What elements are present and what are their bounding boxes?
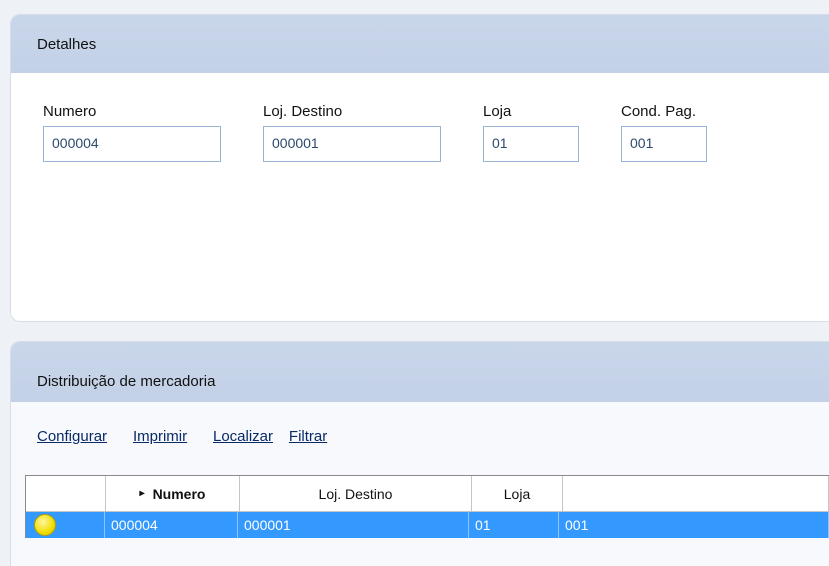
filtrar-link[interactable]: Filtrar: [289, 428, 327, 445]
imprimir-link[interactable]: Imprimir: [133, 428, 187, 445]
details-panel-header: Detalhes: [11, 15, 829, 73]
row-cond-pag-cell: 001: [559, 512, 829, 538]
row-loja-cell: 01: [469, 512, 559, 538]
numero-label: Numero: [43, 103, 97, 120]
details-panel: Detalhes Numero 000004 Loj. Destino 0000…: [10, 14, 829, 322]
loja-label: Loja: [483, 103, 512, 120]
column-header-status[interactable]: [26, 476, 106, 511]
numero-field: Numero 000004: [43, 103, 221, 162]
numero-input[interactable]: 000004: [43, 126, 221, 162]
column-header-numero[interactable]: ▸ Numero: [106, 476, 240, 511]
localizar-link[interactable]: Localizar: [213, 428, 273, 445]
row-status-cell: [26, 512, 105, 538]
distribution-title: Distribuição de mercadoria: [37, 373, 216, 390]
sort-arrow-icon: ▸: [139, 488, 145, 499]
cond-pag-input[interactable]: 001: [621, 126, 707, 162]
yellow-circle-icon: [34, 514, 56, 536]
distribution-grid: ▸ Numero Loj. Destino Loja 000004 000001…: [25, 475, 829, 538]
cond-pag-field: Cond. Pag. 001: [621, 103, 707, 162]
cond-pag-label: Cond. Pag.: [621, 103, 697, 120]
details-title: Detalhes: [37, 35, 97, 53]
loja-input[interactable]: 01: [483, 126, 579, 162]
row-loj-destino-cell: 000001: [238, 512, 469, 538]
distribution-panel: Distribuição de mercadoria Configurar Im…: [10, 341, 829, 566]
loj-destino-label: Loj. Destino: [263, 103, 343, 120]
loj-destino-input[interactable]: 000001: [263, 126, 441, 162]
details-body: Numero 000004 Loj. Destino 000001 Loja 0…: [11, 73, 829, 321]
row-numero-cell: 000004: [105, 512, 238, 538]
loja-field: Loja 01: [483, 103, 579, 162]
column-header-loj-destino[interactable]: Loj. Destino: [240, 476, 472, 511]
column-header-numero-label: Numero: [152, 485, 206, 502]
column-header-cond-pag[interactable]: [563, 476, 829, 511]
column-header-loja[interactable]: Loja: [472, 476, 563, 511]
configurar-link[interactable]: Configurar: [37, 428, 107, 445]
loj-destino-field: Loj. Destino 000001: [263, 103, 441, 162]
grid-toolbar: Configurar Imprimir Localizar Filtrar: [37, 428, 349, 445]
distribution-panel-header: Distribuição de mercadoria: [11, 342, 829, 402]
grid-header-row: ▸ Numero Loj. Destino Loja: [26, 476, 829, 512]
table-row[interactable]: 000004 000001 01 001: [26, 512, 829, 538]
